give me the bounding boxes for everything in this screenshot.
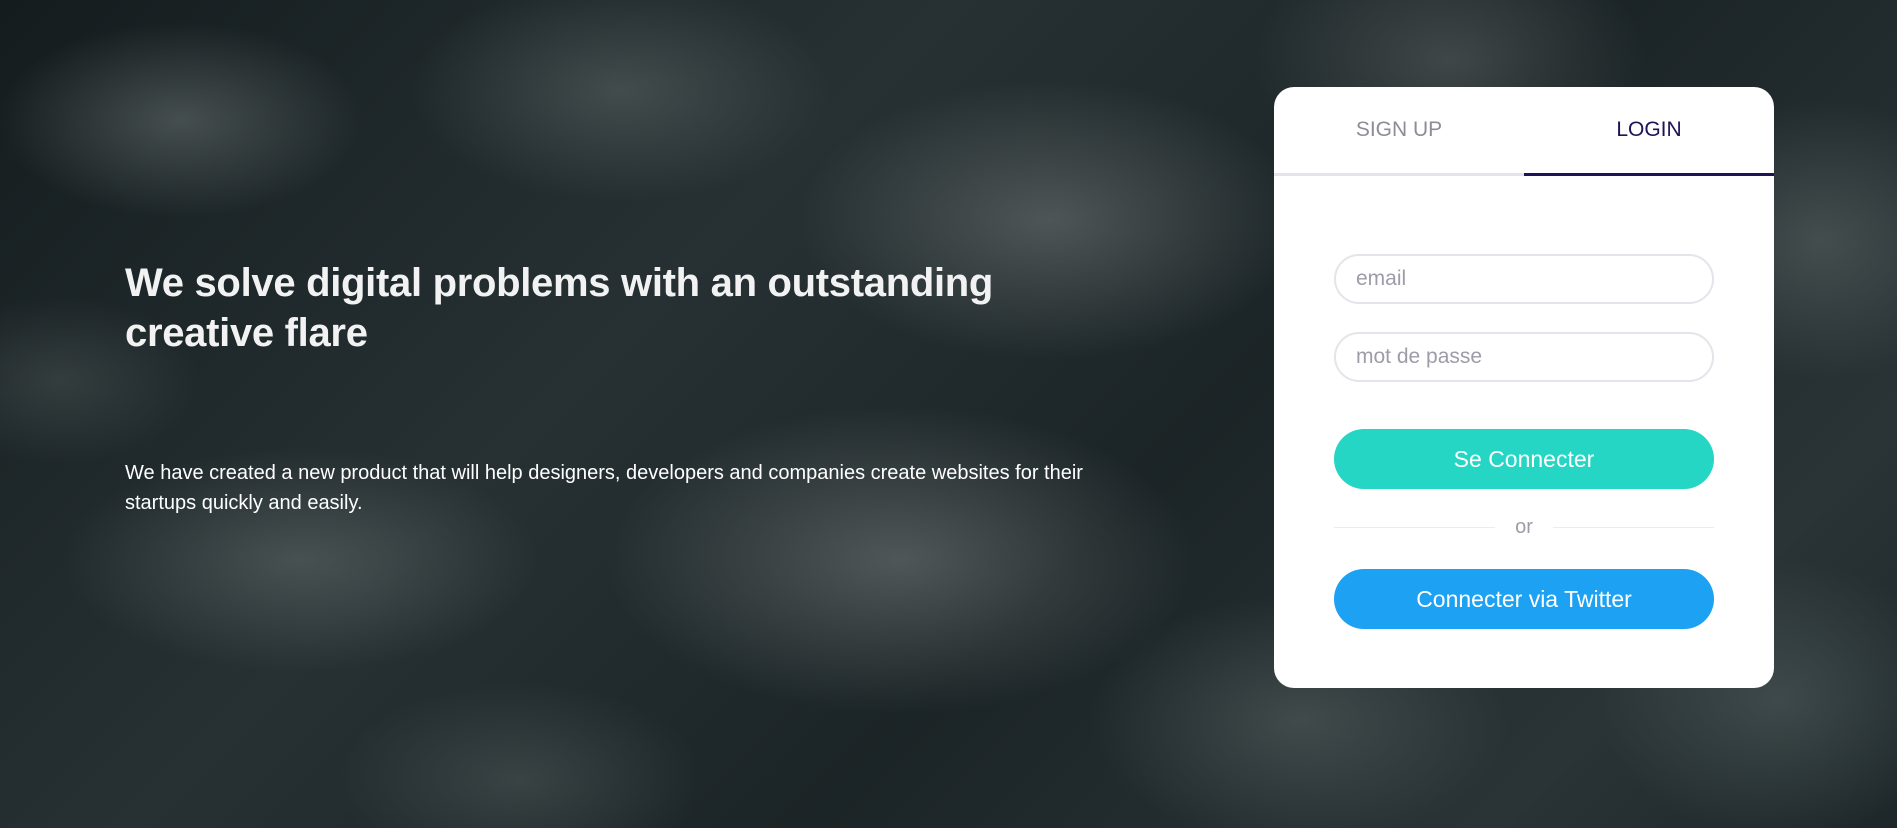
login-button[interactable]: Se Connecter (1334, 429, 1714, 489)
divider-label: or (1515, 515, 1533, 538)
auth-tabs: SIGN UP LOGIN (1274, 87, 1774, 176)
tab-login[interactable]: LOGIN (1524, 87, 1774, 176)
auth-card: SIGN UP LOGIN Se Connecter or Connecter … (1274, 87, 1774, 688)
hero-description: We have created a new product that will … (125, 462, 1083, 514)
or-divider: or (1334, 515, 1715, 539)
password-input[interactable] (1334, 332, 1714, 382)
email-input[interactable] (1334, 254, 1714, 304)
twitter-login-button[interactable]: Connecter via Twitter (1334, 569, 1714, 629)
login-page: We solve digital problems with an outsta… (0, 0, 1897, 828)
tab-sign-up[interactable]: SIGN UP (1274, 87, 1524, 173)
hero-title: We solve digital problems with an outsta… (125, 261, 994, 355)
divider-line-left (1334, 526, 1496, 528)
divider-line-right (1552, 526, 1715, 528)
hero-section: We solve digital problems with an outsta… (125, 258, 1085, 514)
login-form: Se Connecter or Connecter via Twitter (1274, 254, 1774, 629)
